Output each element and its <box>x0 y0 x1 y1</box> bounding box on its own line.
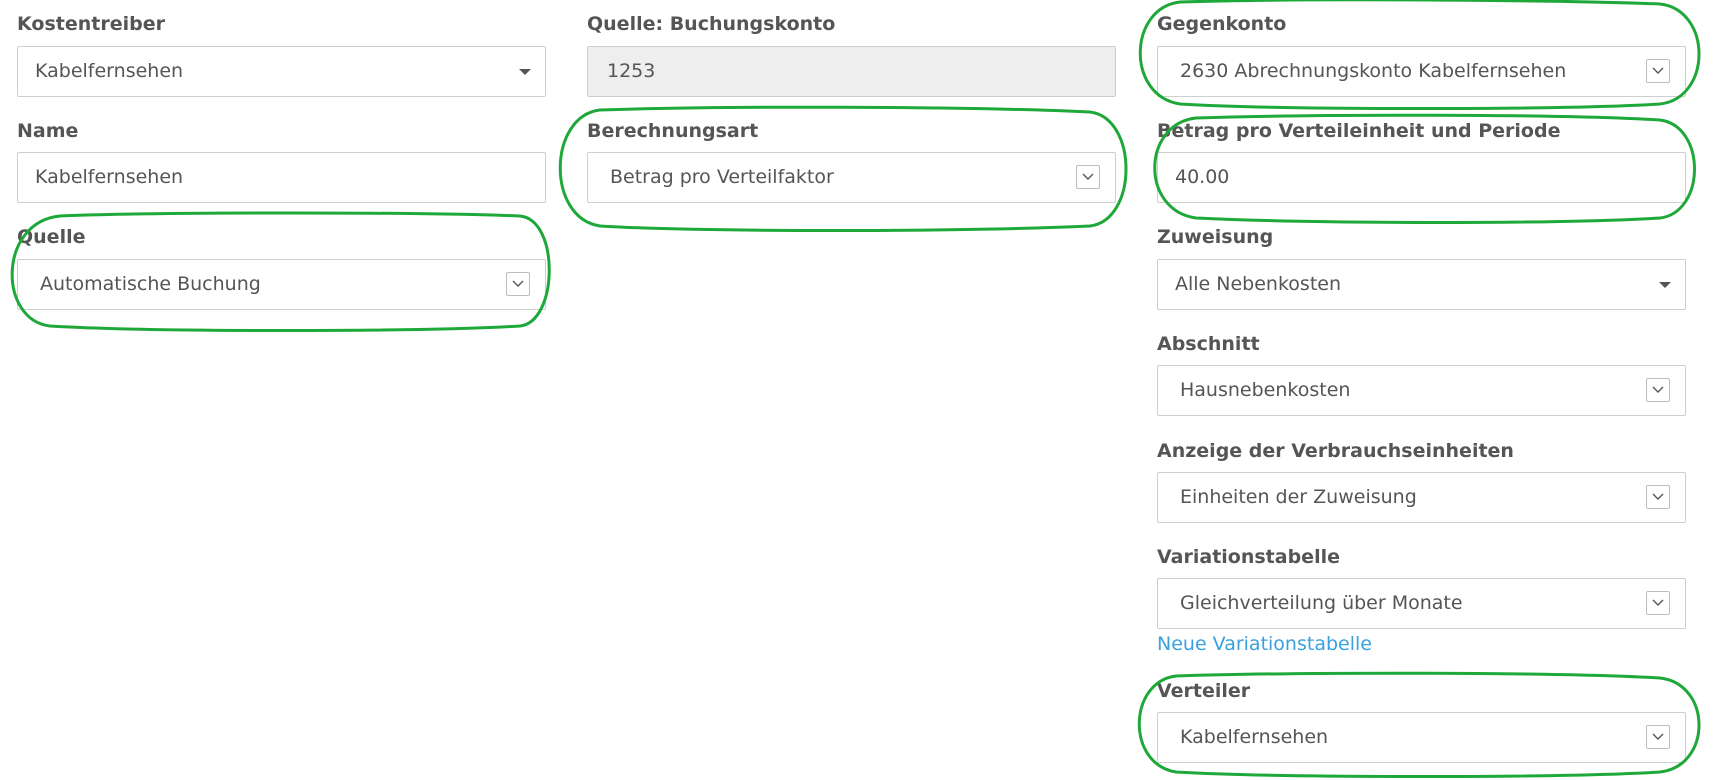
anzeige-value: Einheiten der Zuweisung <box>1180 486 1417 508</box>
zuweisung-select[interactable]: Alle Nebenkosten <box>1157 259 1686 310</box>
quelle-label: Quelle <box>17 226 86 248</box>
quelle-select[interactable]: Automatische Buchung <box>17 259 546 310</box>
gegenkonto-select[interactable]: 2630 Abrechnungskonto Kabelfernsehen <box>1157 46 1686 97</box>
kostentreiber-label: Kostentreiber <box>17 13 165 35</box>
buchungskonto-field: 1253 <box>587 46 1116 97</box>
variationstabelle-label: Variationstabelle <box>1157 546 1340 568</box>
neue-variationstabelle-link[interactable]: Neue Variationstabelle <box>1157 632 1372 656</box>
zuweisung-label: Zuweisung <box>1157 226 1274 248</box>
variationstabelle-select[interactable]: Gleichverteilung über Monate <box>1157 578 1686 629</box>
quelle-value: Automatische Buchung <box>40 273 261 295</box>
buchungskonto-label: Quelle: Buchungskonto <box>587 13 836 35</box>
buchungskonto-value: 1253 <box>607 60 656 82</box>
abschnitt-value: Hausnebenkosten <box>1180 379 1351 401</box>
gegenkonto-value: 2630 Abrechnungskonto Kabelfernsehen <box>1180 60 1567 82</box>
variationstabelle-value: Gleichverteilung über Monate <box>1180 592 1463 614</box>
chevron-down-icon <box>1646 485 1670 509</box>
name-value: Kabelfernsehen <box>35 166 184 188</box>
chevron-down-icon <box>506 272 530 296</box>
betrag-value: 40.00 <box>1175 166 1230 188</box>
zuweisung-value: Alle Nebenkosten <box>1175 273 1342 295</box>
verteiler-value: Kabelfernsehen <box>1180 726 1329 748</box>
anzeige-select[interactable]: Einheiten der Zuweisung <box>1157 472 1686 523</box>
chevron-down-icon <box>1646 59 1670 83</box>
caret-down-icon <box>1659 282 1671 288</box>
chevron-down-icon <box>1076 165 1100 189</box>
verteiler-select[interactable]: Kabelfernsehen <box>1157 712 1686 763</box>
name-input[interactable]: Kabelfernsehen <box>17 152 546 203</box>
caret-down-icon <box>519 69 531 75</box>
chevron-down-icon <box>1646 725 1670 749</box>
kostentreiber-select[interactable]: Kabelfernsehen <box>17 46 546 97</box>
verteiler-label: Verteiler <box>1157 680 1251 702</box>
name-label: Name <box>17 120 79 142</box>
gegenkonto-label: Gegenkonto <box>1157 13 1287 35</box>
betrag-label: Betrag pro Verteileinheit und Periode <box>1157 120 1561 142</box>
berechnungsart-value: Betrag pro Verteilfaktor <box>610 166 834 188</box>
berechnungsart-label: Berechnungsart <box>587 120 759 142</box>
anzeige-label: Anzeige der Verbrauchseinheiten <box>1157 440 1514 462</box>
chevron-down-icon <box>1646 378 1670 402</box>
kostentreiber-value: Kabelfernsehen <box>35 60 184 82</box>
betrag-input[interactable]: 40.00 <box>1157 152 1686 203</box>
chevron-down-icon <box>1646 591 1670 615</box>
berechnungsart-select[interactable]: Betrag pro Verteilfaktor <box>587 152 1116 203</box>
abschnitt-label: Abschnitt <box>1157 333 1260 355</box>
abschnitt-select[interactable]: Hausnebenkosten <box>1157 365 1686 416</box>
